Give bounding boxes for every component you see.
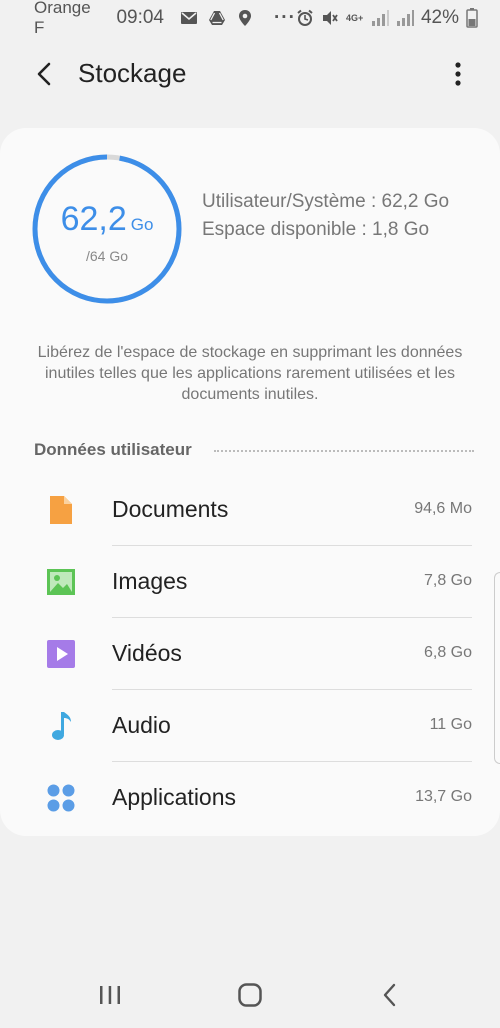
signal-icon-2 <box>396 10 414 26</box>
list-item-size: 6,8 Go <box>423 644 472 661</box>
video-icon <box>47 640 75 668</box>
back-arrow-icon <box>37 62 51 86</box>
used-storage-label: 62,2 Go <box>30 200 184 239</box>
more-vertical-icon <box>455 62 461 86</box>
recent-apps-button[interactable] <box>95 980 125 1010</box>
list-item-label: Documents <box>112 496 229 522</box>
scroll-indicator[interactable] <box>494 572 500 764</box>
available-space: Espace disponible : 1,8 Go <box>202 219 430 240</box>
home-icon <box>238 983 262 1007</box>
battery-percent: 42% <box>420 7 459 28</box>
back-button[interactable] <box>26 56 62 92</box>
list-item-size: 11 Go <box>429 716 472 733</box>
recent-apps-icon <box>100 986 120 1004</box>
home-button[interactable] <box>235 980 265 1010</box>
list-item-images[interactable]: Images 7,8 Go <box>0 546 500 618</box>
status-bar: Orange F 09:04 ··· 4G+ 42% <box>0 0 500 37</box>
list-item-size: 13,7 Go <box>415 788 472 805</box>
status-time: 09:04 <box>116 7 164 28</box>
list-item-applications[interactable]: Applications 13,7 Go <box>0 762 500 834</box>
section-divider <box>213 450 474 452</box>
storage-ring: 62,2 Go /64 Go <box>30 152 184 306</box>
storage-hint: Libérez de l'espace de stockage en suppr… <box>37 344 463 403</box>
page-title: Stockage <box>78 58 187 88</box>
battery-icon <box>466 8 478 28</box>
mute-icon <box>322 11 338 25</box>
list-item-size: 7,8 Go <box>423 572 472 589</box>
carrier-name: Orange F <box>34 0 91 37</box>
network-type: 4G+ <box>345 12 364 23</box>
section-title: Données utilisateur <box>34 440 192 459</box>
used-storage-value: 62,2 <box>60 200 127 238</box>
section-header: Données utilisateur <box>34 438 474 462</box>
image-icon <box>47 569 75 595</box>
total-storage-label: /64 Go <box>85 248 129 264</box>
list-item-label: Images <box>112 568 188 594</box>
storage-card: 62,2 Go /64 Go Utilisateur/Système : 62,2… <box>0 128 500 836</box>
list-item-label: Audio <box>112 712 171 738</box>
apps-icon <box>47 784 75 812</box>
list-item-audio[interactable]: Audio 11 Go <box>0 690 500 762</box>
music-note-icon <box>52 712 71 740</box>
used-storage-unit: Go <box>130 215 154 234</box>
list-item-videos[interactable]: Vidéos 6,8 Go <box>0 618 500 690</box>
document-icon <box>50 496 72 524</box>
more-options-button[interactable] <box>446 56 470 92</box>
usage-info: Utilisateur/Système : 62,2 Go Espace dis… <box>202 190 472 246</box>
user-system-usage: Utilisateur/Système : 62,2 Go <box>202 191 450 212</box>
location-icon <box>238 10 251 26</box>
app-bar: Stockage <box>0 44 500 104</box>
list-item-documents[interactable]: Documents 94,6 Mo <box>0 474 500 546</box>
more-notifications-indicator: ··· <box>273 7 296 28</box>
list-item-size: 94,6 Mo <box>414 500 472 517</box>
signal-icon <box>371 10 389 26</box>
list-item-label: Applications <box>112 784 237 810</box>
drive-icon <box>208 11 225 25</box>
user-data-list: Documents 94,6 Mo Images 7,8 Go Vidéos 6… <box>0 474 500 834</box>
back-nav-button[interactable] <box>375 980 405 1010</box>
mail-icon <box>180 12 197 24</box>
list-item-label: Vidéos <box>112 640 182 666</box>
back-nav-icon <box>383 983 396 1007</box>
alarm-icon <box>297 9 313 26</box>
navigation-bar <box>0 960 500 1028</box>
